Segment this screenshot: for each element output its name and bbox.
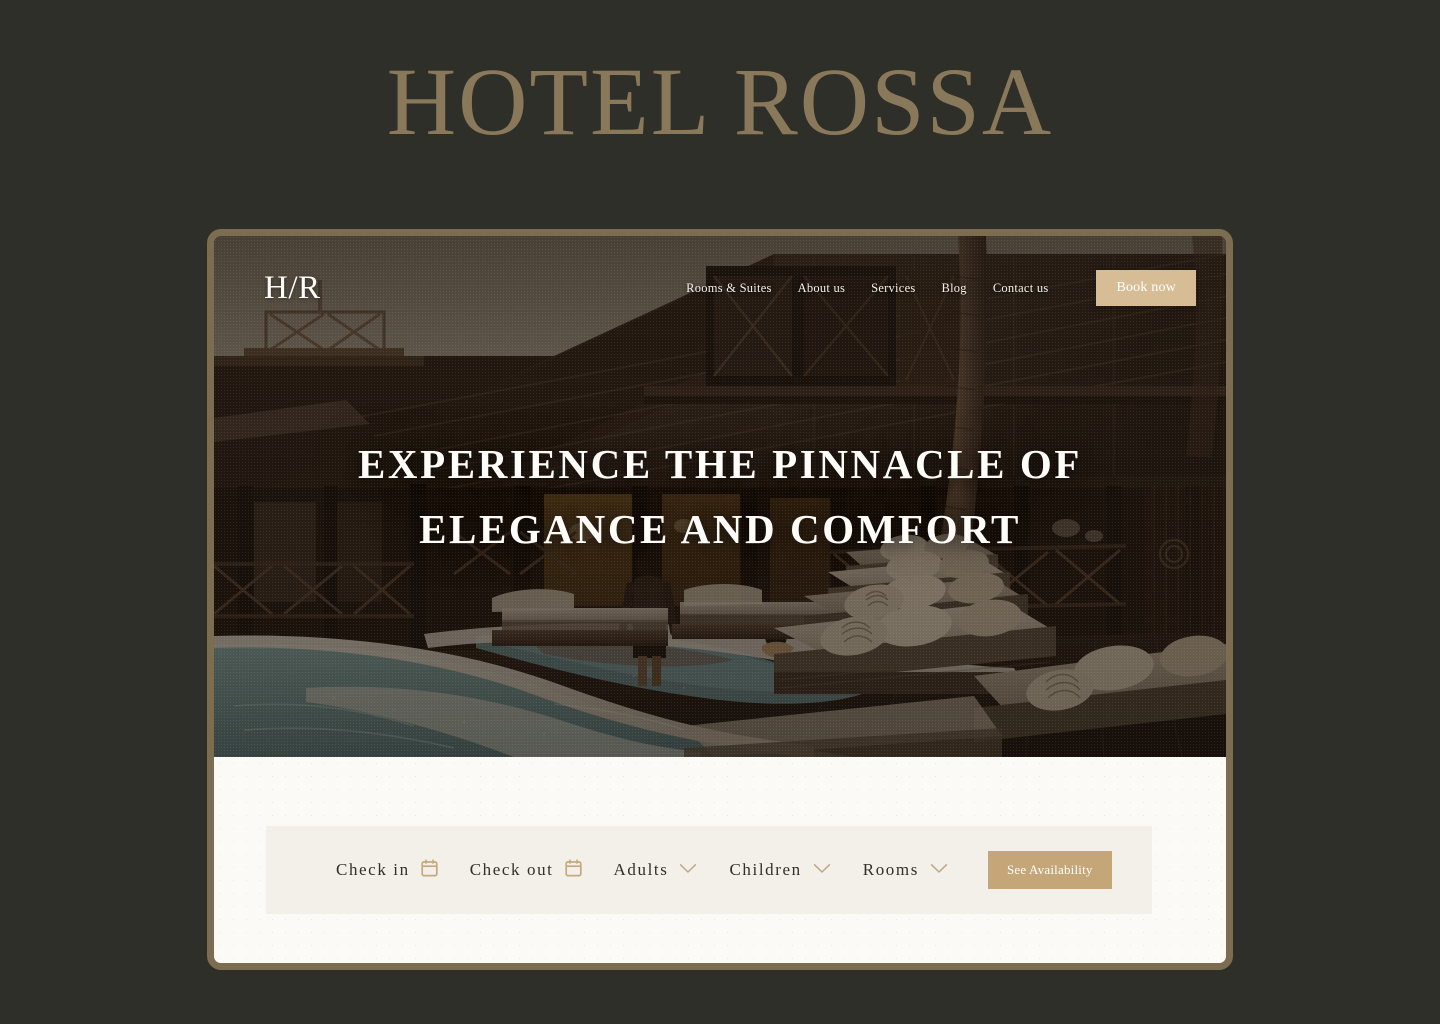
- check-in-label: Check in: [336, 860, 410, 879]
- chevron-down-icon: [679, 861, 697, 879]
- chevron-down-icon: [813, 861, 831, 879]
- nav-item-rooms-suites[interactable]: Rooms & Suites: [686, 281, 771, 296]
- page-title: HOTEL ROSSA: [386, 48, 1054, 155]
- check-out-field[interactable]: Check out: [469, 858, 582, 882]
- rooms-label: Rooms: [862, 860, 919, 879]
- adults-select[interactable]: Adults: [614, 860, 698, 880]
- calendar-icon: [421, 858, 438, 882]
- rooms-select[interactable]: Rooms: [863, 860, 948, 880]
- chevron-down-icon: [930, 861, 948, 879]
- adults-label: Adults: [613, 860, 669, 879]
- children-label: Children: [729, 860, 802, 879]
- children-select[interactable]: Children: [729, 860, 830, 880]
- booking-bar: Check in Check out Adults Children Rooms…: [266, 826, 1152, 914]
- nav-item-about-us[interactable]: About us: [798, 281, 846, 296]
- calendar-icon: [564, 858, 582, 882]
- check-out-label: Check out: [469, 860, 554, 879]
- check-in-field[interactable]: Check in: [336, 858, 438, 882]
- nav-item-services[interactable]: Services: [871, 281, 915, 296]
- nav-item-blog[interactable]: Blog: [942, 281, 967, 296]
- site-frame: H/R Rooms & Suites About us Services Blo…: [207, 229, 1233, 970]
- page-root: HOTEL ROSSA H/R Rooms & Suites About us …: [0, 0, 1440, 1024]
- main-navigation: H/R Rooms & Suites About us Services Blo…: [214, 236, 1226, 340]
- hero-headline: EXPERIENCE THE PINNACLE OF ELEGANCE AND …: [357, 441, 1083, 552]
- see-availability-button[interactable]: See Availability: [987, 851, 1112, 889]
- nav-item-contact-us[interactable]: Contact us: [993, 281, 1049, 296]
- booking-section: Check in Check out Adults Children Rooms…: [214, 757, 1226, 963]
- book-now-button[interactable]: Book now: [1096, 270, 1196, 306]
- logo[interactable]: H/R: [264, 271, 321, 305]
- nav-links: Rooms & Suites About us Services Blog Co…: [686, 270, 1196, 306]
- hero-section: H/R Rooms & Suites About us Services Blo…: [214, 236, 1226, 757]
